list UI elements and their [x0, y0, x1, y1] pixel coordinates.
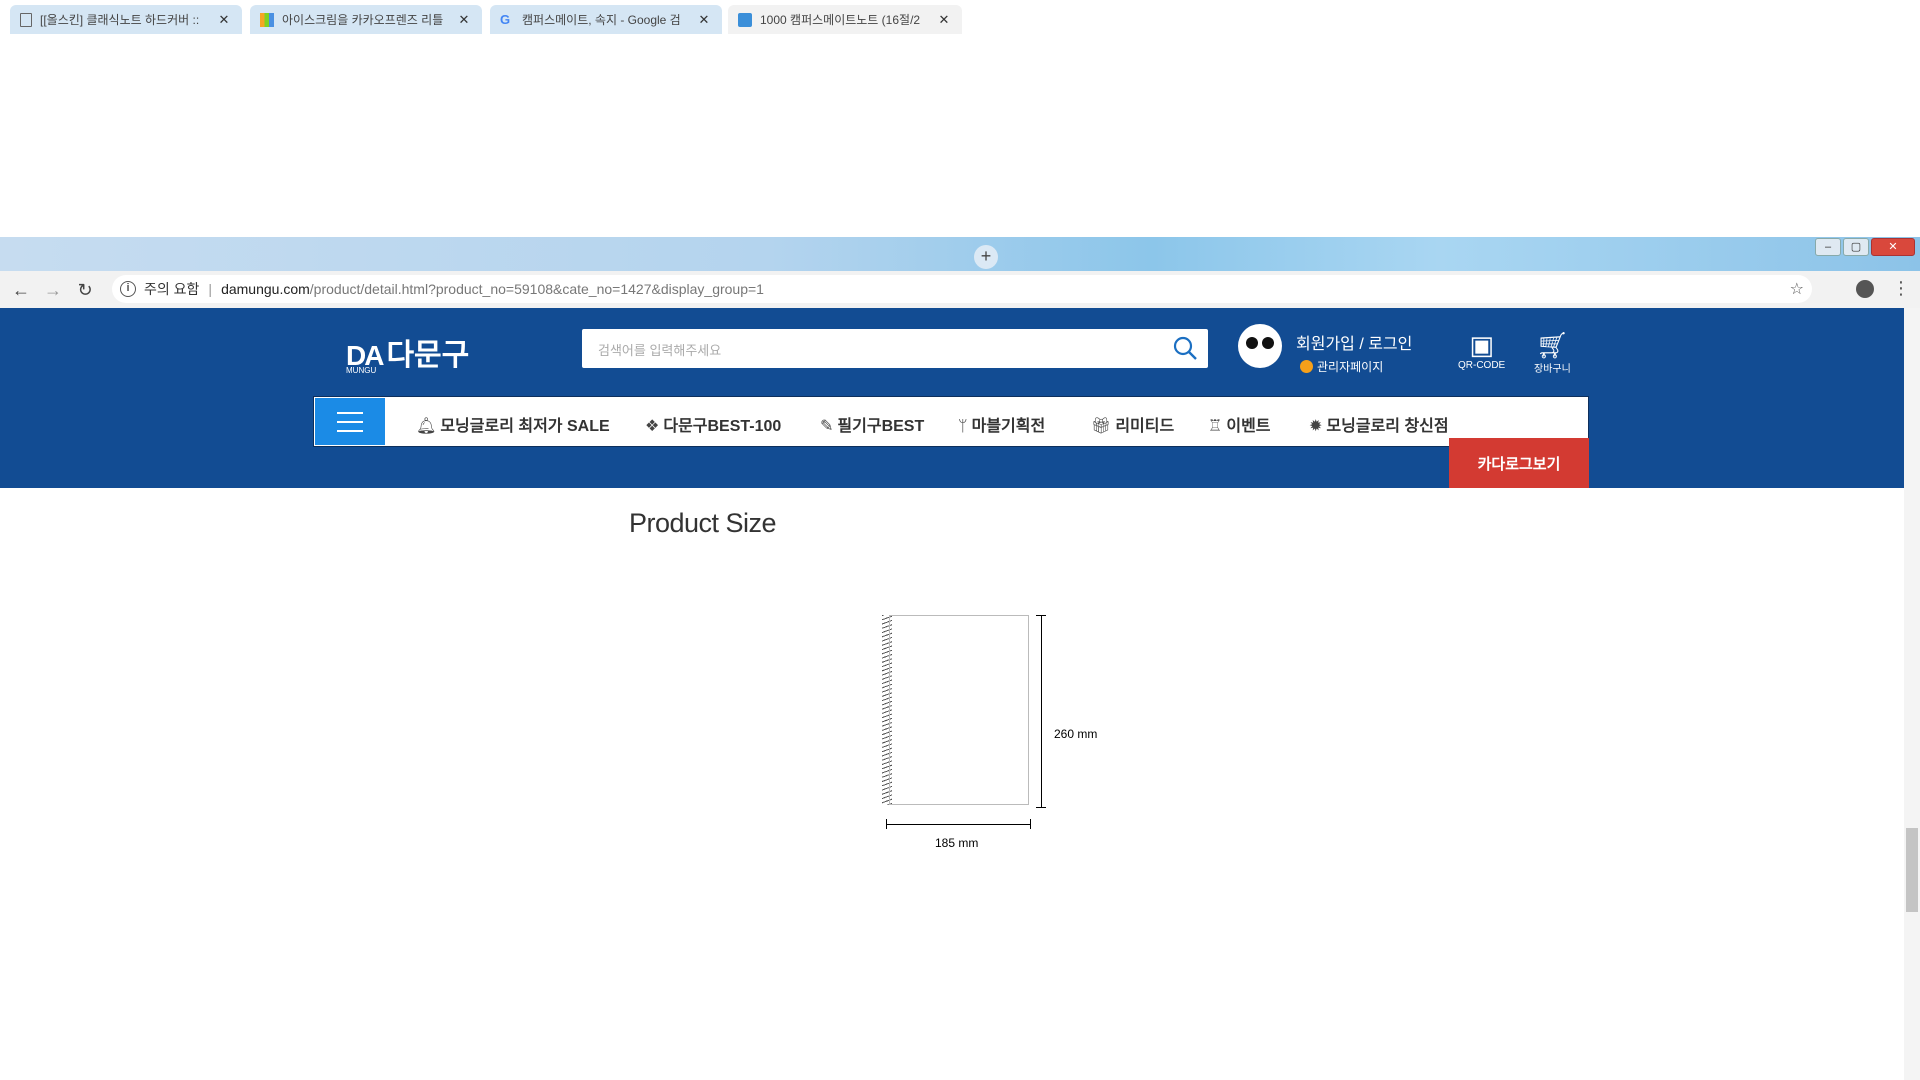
- search-icon[interactable]: [1172, 335, 1198, 361]
- nav-item-event[interactable]: ♖ 이벤트: [1208, 412, 1271, 436]
- scrollbar-thumb[interactable]: [1906, 828, 1918, 912]
- height-label: 260 mm: [1054, 727, 1098, 741]
- nav-item-pen-best[interactable]: ✎ 필기구BEST: [820, 412, 924, 436]
- admin-link[interactable]: 관리자페이지: [1300, 358, 1383, 375]
- back-icon[interactable]: ←: [10, 279, 32, 301]
- tab-title: 아이스크림을 카카오프렌즈 리틀: [282, 13, 444, 27]
- cart-icon: 🛒︎: [1535, 330, 1569, 360]
- width-cap-left: [886, 819, 887, 829]
- bell-icon: 🔔︎: [416, 418, 437, 435]
- address-bar[interactable]: i 주의 요함 | damungu.com /product/detail.ht…: [112, 275, 1812, 303]
- notebook-outline: [889, 615, 1029, 805]
- logo-korean: 다문구: [386, 339, 470, 372]
- panda-avatar-icon: [1238, 324, 1282, 368]
- tab-title: 캠퍼스메이트, 속지 - Google 검: [522, 13, 681, 27]
- browser-tab-strip: [0, 237, 1920, 271]
- tab-close-icon[interactable]: ✕: [936, 12, 952, 28]
- search-input[interactable]: 검색어를 입력해주세요: [582, 329, 1208, 368]
- nav-item-store[interactable]: ✹ 모닝글로리 창신점: [1309, 412, 1449, 436]
- gift-icon: 🎁︎: [1091, 418, 1112, 435]
- main-navigation: 🔔︎ 모닝글로리 최저가 SALE ❖ 다문구BEST-100 ✎ 필기구BEST ᛘ…: [313, 396, 1589, 447]
- google-icon: G: [500, 11, 511, 27]
- browser-tab-2[interactable]: 아이스크림을 카카오프렌즈 리틀 ✕: [250, 5, 482, 34]
- width-label: 185 mm: [935, 836, 979, 850]
- phone-qr-icon: ▣: [1469, 330, 1494, 360]
- admin-label: 관리자페이지: [1317, 360, 1384, 374]
- width-dimension-line: [886, 824, 1031, 825]
- qr-code-button[interactable]: ▣ QR-CODE: [1458, 330, 1505, 371]
- pencil-icon: ✎: [820, 418, 834, 435]
- browser-tab-1[interactable]: [[올스킨] 클래식노트 하드커버 :: ✕: [10, 5, 242, 34]
- security-label[interactable]: 주의 요함: [144, 279, 199, 299]
- menu-kebab-icon[interactable]: ⋮: [1892, 278, 1910, 299]
- gear-icon: ✹: [1309, 418, 1323, 435]
- height-dimension-line: [1041, 615, 1042, 808]
- section-title: Product Size: [629, 508, 777, 538]
- url-host[interactable]: damungu.com: [221, 281, 310, 297]
- catalog-button[interactable]: 카다로그보기: [1449, 438, 1589, 488]
- height-cap-top: [1036, 615, 1046, 616]
- tab-close-icon[interactable]: ✕: [216, 12, 232, 28]
- cart-button[interactable]: 🛒︎ 장바구니: [1534, 330, 1571, 375]
- browser-toolbar: ← → ↻ i 주의 요함 | damungu.com /product/det…: [0, 271, 1920, 309]
- site-favicon-icon: [738, 12, 752, 27]
- tab-title: [[올스킨] 클래식노트 하드커버 ::: [40, 13, 200, 27]
- logo-subtitle: MUNGU: [346, 366, 377, 375]
- login-link[interactable]: 회원가입 / 로그인: [1296, 330, 1412, 354]
- width-cap-right: [1030, 819, 1031, 829]
- site-logo[interactable]: DA 다문구 MUNGU: [346, 330, 470, 375]
- browser-tab-3[interactable]: G 캠퍼스메이트, 속지 - Google 검 ✕: [490, 5, 722, 34]
- reload-icon[interactable]: ↻: [74, 279, 96, 301]
- account-icon[interactable]: [1856, 280, 1874, 298]
- nav-item-limited[interactable]: 🎁︎ 리미티드: [1091, 412, 1174, 436]
- bookmark-star-icon[interactable]: ☆: [1790, 279, 1804, 299]
- new-tab-button[interactable]: +: [974, 245, 998, 269]
- search-placeholder: 검색어를 입력해주세요: [598, 343, 722, 358]
- nav-item-marvel[interactable]: ᛘ 마블기획전: [958, 412, 1045, 436]
- tab-title: 1000 캠퍼스메이트노트 (16절/2: [760, 13, 921, 27]
- qr-label: QR-CODE: [1458, 360, 1506, 371]
- minimize-button[interactable]: –: [1815, 238, 1841, 256]
- close-window-button[interactable]: ✕: [1871, 238, 1915, 256]
- cart-label: 장바구니: [1534, 364, 1571, 375]
- nav-item-best100[interactable]: ❖ 다문구BEST-100: [645, 412, 781, 436]
- height-cap-bottom: [1036, 807, 1046, 808]
- branch-icon: ᛘ: [958, 418, 968, 435]
- url-path[interactable]: /product/detail.html?product_no=59108&ca…: [310, 281, 764, 297]
- nav-item-sale[interactable]: 🔔︎ 모닝글로리 최저가 SALE: [416, 412, 610, 436]
- info-icon[interactable]: i: [120, 281, 136, 297]
- maximize-button[interactable]: ▢: [1843, 238, 1869, 256]
- medal-icon: ♖: [1208, 418, 1223, 435]
- forward-icon[interactable]: →: [42, 279, 64, 301]
- tab-close-icon[interactable]: ✕: [696, 12, 712, 28]
- browser-tab-4[interactable]: 1000 캠퍼스메이트노트 (16절/2 ✕: [728, 5, 962, 34]
- favicon-icon: [260, 12, 274, 27]
- coin-icon: [1300, 360, 1313, 373]
- tab-close-icon[interactable]: ✕: [456, 12, 472, 28]
- page-icon: [20, 12, 32, 27]
- menu-hamburger-button[interactable]: [315, 398, 385, 445]
- cubes-icon: ❖: [645, 418, 660, 435]
- separator: |: [208, 281, 213, 297]
- page-scrollbar[interactable]: [1904, 308, 1920, 1080]
